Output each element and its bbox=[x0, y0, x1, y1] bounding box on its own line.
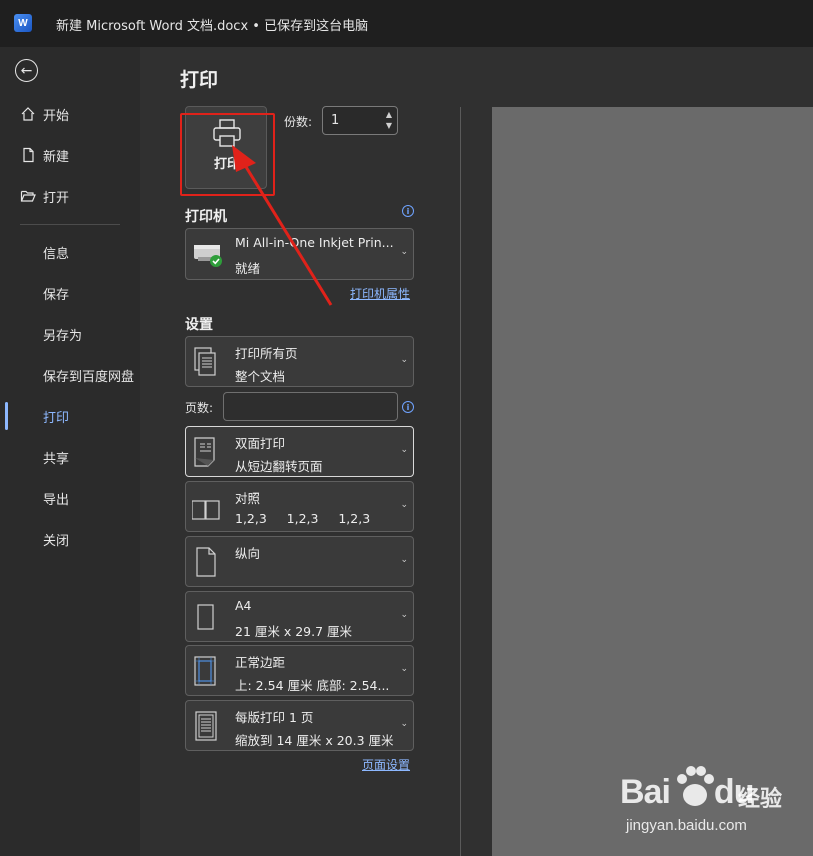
chevron-down-icon: ⌄ bbox=[400, 247, 408, 257]
print-preview-area bbox=[492, 107, 813, 856]
duplex-icon bbox=[194, 437, 215, 467]
copies-value: 1 bbox=[331, 113, 340, 128]
info-icon[interactable]: i bbox=[402, 401, 414, 413]
settings-section-title: 设置 bbox=[185, 317, 213, 333]
margins-desc: 上: 2.54 厘米 底部: 2.54... bbox=[235, 678, 390, 693]
folder-open-icon bbox=[20, 190, 36, 202]
portrait-icon bbox=[196, 547, 216, 577]
sidebar-item-label: 保存 bbox=[43, 287, 70, 303]
print-button[interactable]: 打印 bbox=[185, 106, 267, 189]
page-title: 打印 bbox=[180, 69, 219, 91]
sidebar-item-export[interactable]: 导出 bbox=[0, 484, 140, 512]
margins-dropdown[interactable]: 正常边距 上: 2.54 厘米 底部: 2.54... ⌄ bbox=[185, 645, 414, 696]
chevron-down-icon: ⌄ bbox=[400, 354, 408, 365]
sidebar-item-label: 信息 bbox=[43, 246, 70, 262]
sidebar-item-label: 另存为 bbox=[43, 328, 83, 344]
sidebar-item-close[interactable]: 关闭 bbox=[0, 525, 140, 553]
chevron-down-icon: ⌄ bbox=[400, 554, 408, 565]
paper-size-value: A4 bbox=[235, 598, 252, 613]
pages-label: 页数: bbox=[185, 401, 214, 415]
printer-status: 就绪 bbox=[235, 261, 261, 276]
pages-icon bbox=[194, 347, 216, 376]
back-arrow-icon: ← bbox=[20, 62, 33, 79]
sidebar-item-label: 关闭 bbox=[43, 533, 70, 549]
chevron-down-icon: ⌄ bbox=[400, 663, 408, 674]
paper-size-icon bbox=[197, 604, 214, 630]
sidebar-item-save-to-baidu[interactable]: 保存到百度网盘 bbox=[0, 361, 140, 389]
back-button[interactable]: ← bbox=[15, 59, 38, 82]
chevron-down-icon: ⌄ bbox=[400, 444, 408, 455]
pages-per-sheet-icon bbox=[195, 711, 217, 741]
backstage-sidebar: ← 开始 新建 打开 信息 保存 另存为 保存到百度网盘 打印 共享 导出 关闭 bbox=[0, 47, 140, 856]
word-logo-icon: W bbox=[14, 14, 32, 32]
chevron-down-icon: ⌄ bbox=[400, 499, 408, 510]
sidebar-divider bbox=[20, 224, 120, 225]
sidebar-item-label: 开始 bbox=[43, 108, 70, 124]
sidebar-item-label: 打开 bbox=[43, 190, 70, 206]
pages-per-sheet-desc: 缩放到 14 厘米 x 20.3 厘米 bbox=[235, 733, 394, 748]
info-icon[interactable]: i bbox=[402, 205, 414, 217]
inkjet-printer-icon bbox=[194, 245, 222, 267]
page-setup-link[interactable]: 页面设置 bbox=[362, 756, 410, 773]
paper-size-desc: 21 厘米 x 29.7 厘米 bbox=[235, 624, 353, 639]
collate-dropdown[interactable]: 对照 1,2,3 1,2,3 1,2,3 ⌄ bbox=[185, 481, 414, 532]
chevron-down-icon: ⌄ bbox=[400, 718, 408, 729]
print-panel: 打印 打印 份数: 1 ▲ ▼ 打印机 i Mi All-in-One Inkje… bbox=[140, 47, 813, 856]
margins-value: 正常边距 bbox=[235, 655, 286, 670]
orientation-dropdown[interactable]: 纵向 ⌄ bbox=[185, 536, 414, 587]
copies-label: 份数: bbox=[284, 115, 313, 129]
sidebar-item-new[interactable]: 新建 bbox=[0, 141, 140, 169]
paper-size-dropdown[interactable]: A4 21 厘米 x 29.7 厘米 ⌄ bbox=[185, 591, 414, 642]
sidebar-item-label: 打印 bbox=[43, 410, 70, 426]
duplex-desc: 从短边翻转页面 bbox=[235, 459, 323, 474]
sidebar-item-open[interactable]: 打开 bbox=[0, 182, 140, 210]
sidebar-item-info[interactable]: 信息 bbox=[0, 238, 140, 266]
collate-value: 对照 bbox=[235, 491, 261, 506]
collate-icon bbox=[192, 500, 220, 520]
home-icon bbox=[21, 107, 35, 121]
orientation-value: 纵向 bbox=[235, 546, 261, 561]
printer-icon bbox=[213, 119, 241, 147]
sidebar-item-label: 导出 bbox=[43, 492, 70, 508]
new-file-icon bbox=[23, 147, 34, 163]
duplex-value: 双面打印 bbox=[235, 436, 286, 451]
duplex-dropdown[interactable]: 双面打印 从短边翻转页面 ⌄ bbox=[185, 426, 414, 477]
pages-per-sheet-dropdown[interactable]: 每版打印 1 页 缩放到 14 厘米 x 20.3 厘米 ⌄ bbox=[185, 700, 414, 751]
spin-arrows-icon[interactable]: ▲ ▼ bbox=[386, 109, 392, 131]
sidebar-item-save[interactable]: 保存 bbox=[0, 279, 140, 307]
sidebar-item-home[interactable]: 开始 bbox=[0, 100, 140, 128]
margins-icon bbox=[194, 656, 216, 686]
copies-stepper[interactable]: 1 ▲ ▼ bbox=[322, 106, 398, 135]
sidebar-item-label: 新建 bbox=[43, 149, 70, 165]
sidebar-item-print[interactable]: 打印 bbox=[0, 402, 140, 430]
sidebar-item-label: 共享 bbox=[43, 451, 70, 467]
panel-divider bbox=[460, 107, 461, 856]
sidebar-item-share[interactable]: 共享 bbox=[0, 443, 140, 471]
chevron-down-icon: ⌄ bbox=[400, 609, 408, 620]
printer-name: Mi All-in-One Inkjet Prin... bbox=[235, 235, 394, 250]
collate-desc: 1,2,3 1,2,3 1,2,3 bbox=[235, 511, 371, 526]
printer-dropdown[interactable]: Mi All-in-One Inkjet Prin... 就绪 ⌄ bbox=[185, 228, 414, 280]
sidebar-item-save-as[interactable]: 另存为 bbox=[0, 320, 140, 348]
printer-section-title: 打印机 bbox=[185, 209, 227, 225]
print-range-desc: 整个文档 bbox=[235, 369, 286, 384]
print-button-label: 打印 bbox=[213, 157, 240, 172]
print-range-dropdown[interactable]: 打印所有页 整个文档 ⌄ bbox=[185, 336, 414, 387]
pages-input[interactable] bbox=[223, 392, 398, 421]
pages-per-sheet-value: 每版打印 1 页 bbox=[235, 710, 314, 725]
window-title: 新建 Microsoft Word 文档.docx • 已保存到这台电脑 bbox=[56, 19, 369, 34]
sidebar-item-label: 保存到百度网盘 bbox=[43, 369, 135, 385]
title-bar: W 新建 Microsoft Word 文档.docx • 已保存到这台电脑 bbox=[0, 0, 813, 47]
print-range-value: 打印所有页 bbox=[235, 346, 298, 361]
printer-properties-link[interactable]: 打印机属性 bbox=[350, 285, 410, 302]
